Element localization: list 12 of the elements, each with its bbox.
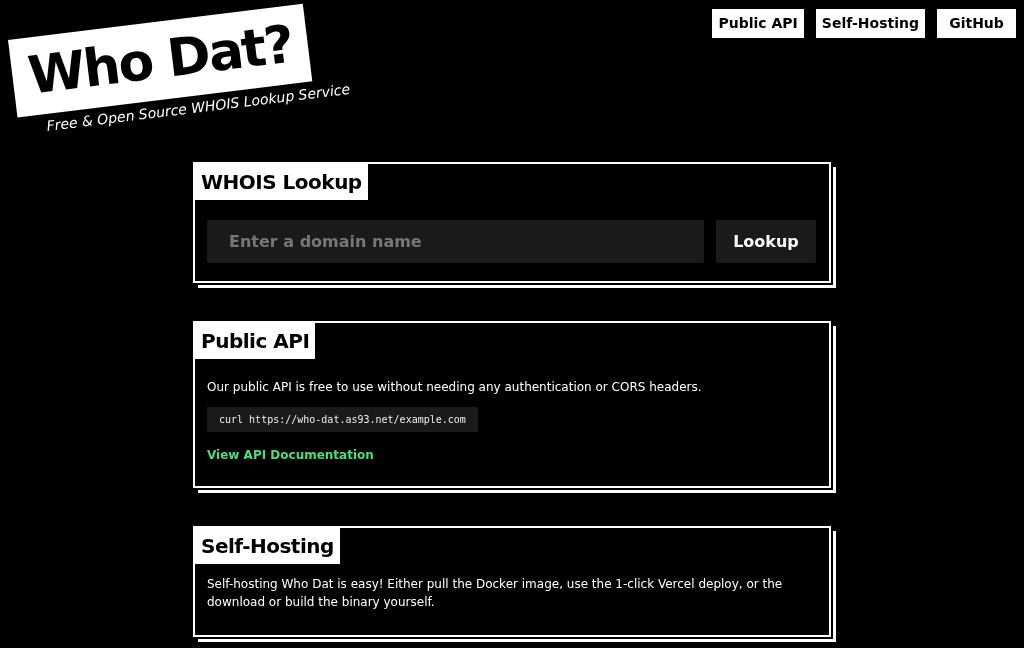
card-title: WHOIS Lookup <box>195 164 368 200</box>
code-snippet: curl https://who-dat.as93.net/example.com <box>207 407 478 433</box>
nav-button[interactable]: Self-Hosting <box>815 9 925 38</box>
documentation-link[interactable]: View API Documentation <box>207 448 374 463</box>
description-text: Self-hosting Who Dat is easy! Either pull the Docker image, use the 1-click Vercel deploy, or the download or build the binary yourself. <box>207 576 784 611</box>
card-title: Self-Hosting <box>195 528 340 565</box>
description-text: Our public API is free to use without needing any authentication or CORS headers. <box>207 379 703 396</box>
card-title: Public API <box>195 323 316 359</box>
nav-button[interactable]: GitHub <box>937 9 1016 38</box>
lookup-button[interactable]: Lookup <box>716 220 816 263</box>
nav-button[interactable]: Public API <box>712 9 804 38</box>
domain-input-field[interactable]: Enter a domain name <box>207 220 704 263</box>
